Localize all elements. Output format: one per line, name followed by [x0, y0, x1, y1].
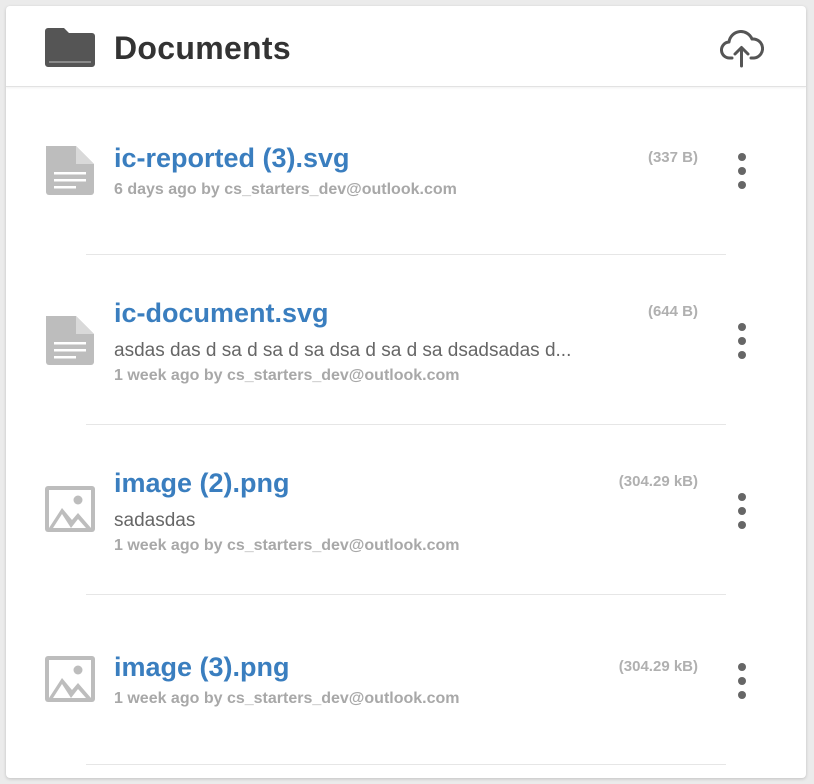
document-name[interactable]: ic-reported (3).svg [114, 141, 350, 175]
document-name[interactable]: ic-document.svg [114, 296, 329, 330]
list-item[interactable]: ic-reported (3).svg 6 days ago by cs_sta… [6, 86, 806, 256]
card-header: Documents [6, 6, 806, 87]
image-icon [45, 486, 95, 532]
image-icon [45, 656, 95, 702]
divider [86, 594, 726, 595]
folder-icon [45, 28, 95, 67]
page-title: Documents [114, 30, 291, 66]
document-size: (304.29 kB) [618, 473, 698, 490]
list-item[interactable]: ic-document.svg asdas das d sa d sa d sa… [6, 256, 806, 426]
document-name[interactable]: image (2).png [114, 466, 290, 500]
document-meta: 1 week ago by cs_starters_dev@outlook.co… [114, 690, 460, 707]
document-size: (644 B) [647, 303, 698, 320]
divider [86, 254, 726, 255]
more-options-button[interactable] [726, 319, 758, 363]
list-item[interactable]: image (3).png 1 week ago by cs_starters_… [6, 596, 806, 766]
divider [86, 424, 726, 425]
document-meta: 1 week ago by cs_starters_dev@outlook.co… [114, 537, 460, 554]
document-size: (337 B) [647, 149, 698, 166]
file-text-icon [46, 146, 94, 195]
document-size: (304.29 kB) [618, 658, 698, 675]
document-meta: 6 days ago by cs_starters_dev@outlook.co… [114, 181, 457, 198]
documents-card: Documents ic-reported (3).svg 6 days ago… [6, 6, 806, 778]
document-description: asdas das d sa d sa d sa dsa d sa d sa d… [114, 340, 572, 361]
document-name[interactable]: image (3).png [114, 650, 290, 684]
more-options-button[interactable] [726, 149, 758, 193]
list-item[interactable]: image (2).png sadasdas 1 week ago by cs_… [6, 426, 806, 596]
more-options-button[interactable] [726, 489, 758, 533]
divider [86, 764, 726, 765]
more-options-button[interactable] [726, 659, 758, 703]
file-text-icon [46, 316, 94, 365]
document-description: sadasdas [114, 510, 196, 531]
cloud-upload-icon[interactable] [720, 28, 764, 68]
document-meta: 1 week ago by cs_starters_dev@outlook.co… [114, 367, 460, 384]
